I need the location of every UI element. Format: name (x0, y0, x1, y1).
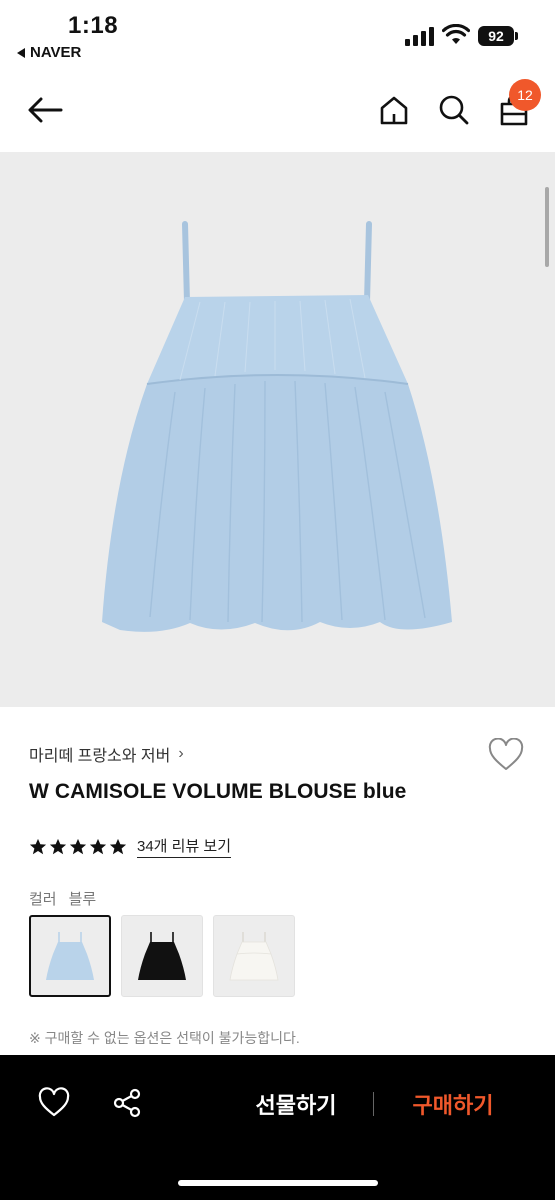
star-icon (29, 838, 47, 854)
rating-row: 34개 리뷰 보기 (29, 835, 232, 858)
wishlist-heart-icon[interactable] (488, 738, 524, 772)
product-image[interactable] (0, 152, 555, 707)
swatch-black-thumbnail (138, 932, 186, 980)
share-icon[interactable] (111, 1087, 143, 1119)
swatch-blue-thumbnail (46, 932, 94, 980)
option-value: 블루 (68, 891, 97, 908)
option-notice: ※ 구매할 수 없는 옵션은 선택이 불가능합니다. (29, 1030, 300, 1046)
swatch-white-thumbnail (229, 932, 279, 981)
status-time: 1:18 (68, 12, 119, 39)
top-navigation (0, 70, 555, 152)
heart-icon[interactable] (38, 1087, 70, 1119)
cellular-signal-icon (405, 27, 435, 46)
buy-button[interactable]: 구매하기 (393, 1088, 513, 1120)
product-title: W CAMISOLE VOLUME BLOUSE blue (29, 780, 407, 803)
button-divider (373, 1092, 374, 1116)
rating-stars (29, 838, 127, 856)
star-icon (89, 838, 107, 854)
star-icon (69, 838, 87, 854)
chevron-right-icon: › (178, 745, 184, 762)
star-icon (109, 838, 127, 854)
cart-count-badge: 12 (509, 79, 541, 111)
camisole-image (102, 221, 452, 632)
back-to-app-link[interactable]: NAVER (17, 44, 81, 61)
brand-link[interactable]: 마리떼 프랑소와 저버 › (29, 742, 184, 766)
star-icon (49, 838, 67, 854)
brand-name: 마리떼 프랑소와 저버 (29, 748, 171, 765)
swatch-blue[interactable] (29, 915, 111, 997)
battery-tip (515, 32, 518, 40)
back-arrow-icon[interactable] (24, 92, 66, 128)
swatch-white[interactable] (213, 915, 295, 997)
battery-indicator: 92 (478, 26, 514, 46)
back-triangle-icon (17, 47, 25, 58)
option-label: 컬러 (29, 891, 57, 908)
swatch-black[interactable] (121, 915, 203, 997)
home-indicator[interactable] (178, 1180, 378, 1186)
search-icon[interactable] (436, 90, 472, 130)
back-app-label: NAVER (30, 44, 82, 61)
home-icon[interactable] (376, 90, 412, 130)
review-link[interactable]: 34개 리뷰 보기 (137, 835, 232, 858)
color-swatches (29, 915, 295, 997)
gift-button[interactable]: 선물하기 (236, 1088, 356, 1120)
status-bar: 1:18 NAVER 92 (0, 0, 555, 70)
image-scrollbar[interactable] (545, 187, 549, 267)
color-option-row: 컬러 블루 (29, 888, 96, 909)
bottom-action-bar: 선물하기 구매하기 (0, 1055, 555, 1200)
wifi-icon (442, 24, 470, 44)
